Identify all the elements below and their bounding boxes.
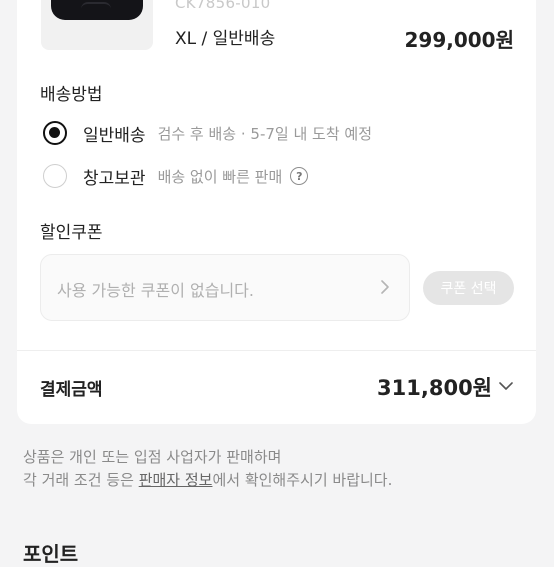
order-card: CK7856-010 XL / 일반배송 299,000원 배송방법 일반배송 … [17,0,536,424]
radio-selected[interactable] [43,121,67,145]
shipping-method-title: 배송방법 [40,85,103,105]
payment-amount[interactable]: 311,800원 [377,372,492,402]
chevron-down-icon[interactable] [498,378,514,394]
help-circle-icon[interactable]: ? [290,167,309,185]
product-option: XL / 일반배송 [175,29,276,49]
coupon-title: 할인쿠폰 [40,223,103,243]
seller-notice: 상품은 개인 또는 입점 사업자가 판매하며 각 거래 조건 등은 판매자 정보… [23,446,392,492]
notice-line: 상품은 개인 또는 입점 사업자가 판매하며 [23,448,282,466]
points-section-title: 포인트 [23,542,79,566]
shipping-option-normal[interactable]: 일반배송 검수 후 배송 · 5-7일 내 도착 예정 [43,118,372,148]
notice-text: 각 거래 조건 등은 [23,471,139,489]
coupon-placeholder: 사용 가능한 쿠폰이 없습니다. [57,281,254,300]
notice-line: 각 거래 조건 등은 판매자 정보에서 확인해주시기 바랍니다. [23,469,392,492]
radio-unselected[interactable] [43,164,67,188]
product-price: 299,000원 [404,28,515,52]
shorts-image [51,0,143,20]
seller-info-link[interactable]: 판매자 정보 [139,471,213,489]
shipping-option-desc: 배송 없이 빠른 판매 [157,167,283,186]
shipping-option-label: 일반배송 [83,125,146,146]
coupon-select-button[interactable]: 쿠폰 선택 [423,271,514,305]
product-code: CK7856-010 [175,0,271,12]
shipping-option-label: 창고보관 [83,168,146,189]
coupon-selector[interactable]: 사용 가능한 쿠폰이 없습니다. [40,254,410,321]
chevron-right-icon [381,280,389,294]
divider [17,350,536,351]
product-image [41,0,153,50]
payment-amount-label: 결제금액 [40,380,103,400]
shipping-option-storage[interactable]: 창고보관 배송 없이 빠른 판매 ? [43,161,309,191]
notice-text: 에서 확인해주시기 바랍니다. [212,471,393,489]
shipping-option-desc: 검수 후 배송 · 5-7일 내 도착 예정 [157,124,373,143]
